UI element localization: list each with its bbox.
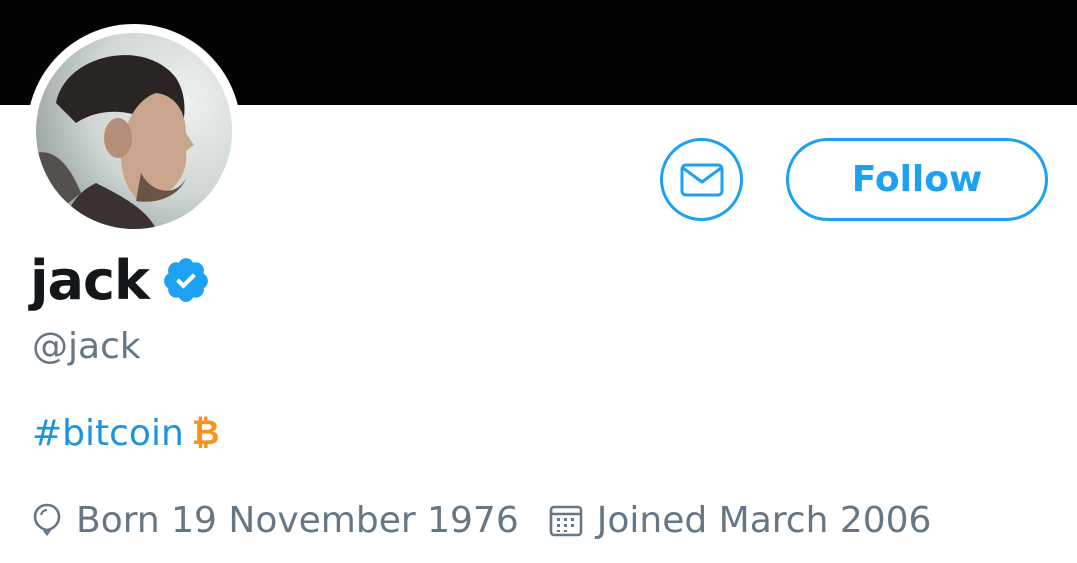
- hashtag-link[interactable]: #bitcoin: [32, 413, 184, 454]
- birthday-text: Born 19 November 1976: [76, 499, 519, 541]
- follow-button[interactable]: Follow: [786, 138, 1048, 221]
- calendar-icon: [549, 505, 583, 537]
- avatar-image: [36, 33, 232, 229]
- bitcoin-icon: ₿: [191, 413, 220, 453]
- joined-text: Joined March 2006: [596, 499, 932, 541]
- message-button[interactable]: [660, 138, 743, 221]
- birthday-item: Born 19 November 1976: [32, 500, 519, 541]
- name-row: jack: [30, 248, 211, 312]
- avatar[interactable]: [36, 33, 232, 229]
- profile-header: Follow jack @jack #bitcoin ₿ Born 19 Nov…: [0, 0, 1077, 563]
- verified-badge-icon: [163, 258, 208, 302]
- bio: #bitcoin ₿: [32, 410, 220, 456]
- handle: @jack: [32, 326, 141, 367]
- display-name: jack: [30, 248, 150, 312]
- joined-item: Joined March 2006: [549, 499, 932, 541]
- balloon-icon: [33, 503, 61, 536]
- profile-meta: Born 19 November 1976 Joined March 2006: [32, 494, 931, 546]
- envelope-icon: [680, 163, 723, 196]
